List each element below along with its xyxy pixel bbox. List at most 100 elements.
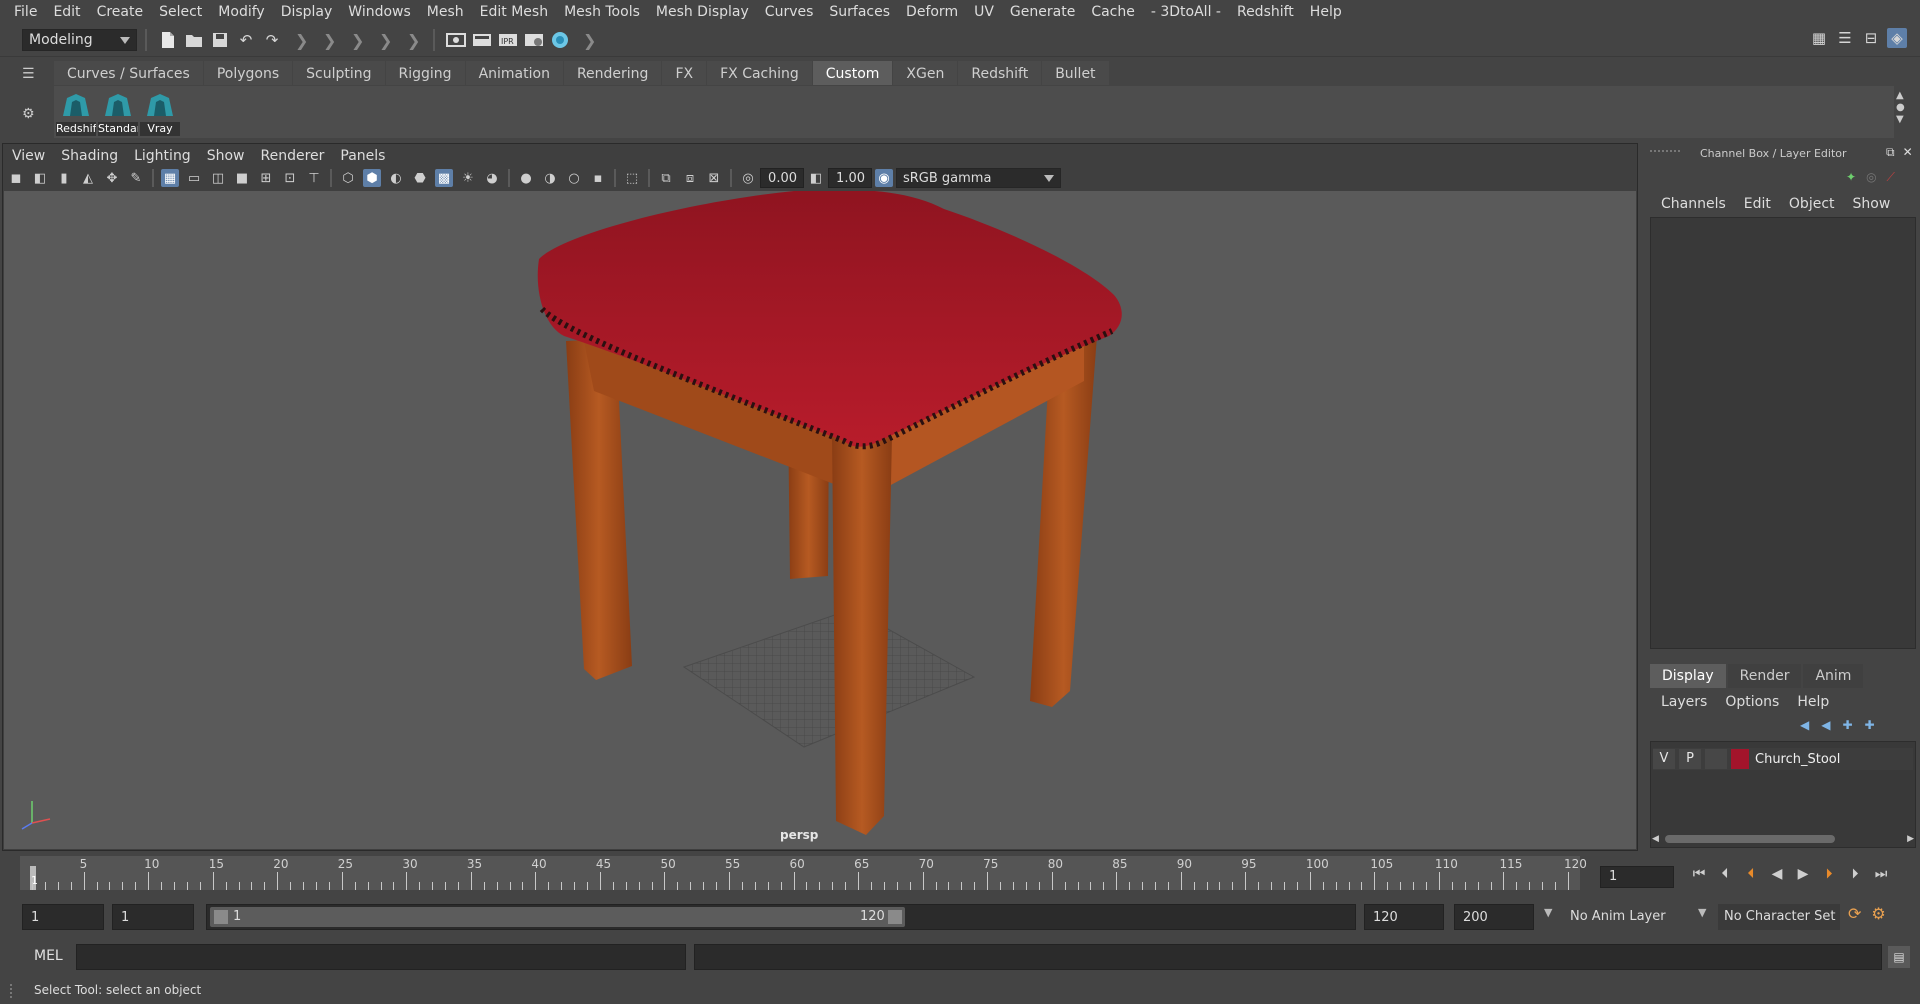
collapse-icon[interactable]: ❯ xyxy=(323,29,336,51)
menu-select[interactable]: Select xyxy=(151,0,210,25)
shelf-scroll[interactable]: ▲ ● ▼ xyxy=(1896,90,1905,126)
auto-key-icon[interactable]: ⟳ xyxy=(1848,904,1861,923)
new-scene-icon[interactable] xyxy=(158,30,178,50)
menu-mesh-display[interactable]: Mesh Display xyxy=(648,0,757,25)
step-forward-key-icon[interactable]: ⏵ xyxy=(1818,864,1840,884)
hyper-icon[interactable]: ⟋ xyxy=(1887,170,1895,185)
gamma-field[interactable]: 1.00 xyxy=(828,168,872,188)
shelf-button-redshift[interactable]: Redshif xyxy=(56,92,96,136)
play-backwards-icon[interactable]: ◀ xyxy=(1766,864,1788,884)
tab-fx[interactable]: FX xyxy=(662,61,707,85)
float-icon[interactable]: ⧉ xyxy=(1886,145,1895,160)
menu-mesh[interactable]: Mesh xyxy=(419,0,472,25)
end-time-inner[interactable]: 120 xyxy=(1364,904,1444,930)
tab-anim[interactable]: Anim xyxy=(1803,664,1864,688)
viewport-menu-renderer[interactable]: Renderer xyxy=(252,146,332,166)
gamma-icon[interactable]: ◧ xyxy=(807,169,825,187)
xray-icon[interactable]: ⧉ xyxy=(657,169,675,187)
undo-icon[interactable]: ↶ xyxy=(236,30,256,50)
menu-create[interactable]: Create xyxy=(89,0,152,25)
tab-custom[interactable]: Custom xyxy=(812,61,893,85)
command-language-label[interactable]: MEL xyxy=(34,948,63,964)
script-editor-icon[interactable]: ▤ xyxy=(1888,946,1910,968)
menu-help[interactable]: Help xyxy=(1302,0,1350,25)
menu-mesh-tools[interactable]: Mesh Tools xyxy=(556,0,648,25)
viewport-menu-panels[interactable]: Panels xyxy=(332,146,393,166)
safe-title-icon[interactable]: ⊤ xyxy=(305,169,323,187)
tab-bullet[interactable]: Bullet xyxy=(1042,61,1109,85)
tab-curves-surfaces[interactable]: Curves / Surfaces xyxy=(54,61,203,85)
step-forward-icon[interactable]: ⏵ xyxy=(1844,864,1866,884)
step-back-key-icon[interactable]: ⏴ xyxy=(1740,864,1762,884)
image-plane-icon[interactable]: ◭ xyxy=(79,169,97,187)
layer-name[interactable]: Church_Stool xyxy=(1755,752,1840,767)
new-layer-icon[interactable]: ✚ xyxy=(1842,718,1852,732)
modeling-toolkit-icon[interactable]: ▦ xyxy=(1809,28,1829,48)
motion-blur-icon[interactable]: ◑ xyxy=(541,169,559,187)
step-back-icon[interactable]: ⏴ xyxy=(1714,864,1736,884)
tab-render[interactable]: Render xyxy=(1727,664,1802,688)
help-line-grip[interactable] xyxy=(10,984,14,998)
layer-color-swatch[interactable] xyxy=(1731,749,1749,769)
tab-rendering[interactable]: Rendering xyxy=(563,61,662,85)
tool-settings-icon[interactable]: ⊟ xyxy=(1861,28,1881,48)
render-frame-icon[interactable] xyxy=(472,30,492,50)
menu-display[interactable]: Display xyxy=(273,0,341,25)
menu-surfaces[interactable]: Surfaces xyxy=(821,0,898,25)
tab-display[interactable]: Display xyxy=(1650,664,1726,688)
collapse-icon[interactable]: ❯ xyxy=(351,29,364,51)
lights-icon[interactable]: ☀ xyxy=(459,169,477,187)
collapse-icon[interactable]: ❯ xyxy=(295,29,308,51)
menu-edit-mesh[interactable]: Edit Mesh xyxy=(472,0,556,25)
screen-space-ao-icon[interactable]: ● xyxy=(517,169,535,187)
manipulator-icon[interactable]: ✦ xyxy=(1846,170,1856,185)
collapse-icon[interactable]: ❯ xyxy=(407,29,420,51)
depth-of-field-icon[interactable]: ▪ xyxy=(589,169,607,187)
chevron-right-icon[interactable]: ▶ xyxy=(1907,834,1914,844)
layer-row[interactable]: V P Church_Stool xyxy=(1653,748,1913,770)
viewport-menu-shading[interactable]: Shading xyxy=(53,146,126,166)
tab-xgen[interactable]: XGen xyxy=(893,61,958,85)
smooth-shade-icon[interactable]: ⬢ xyxy=(363,169,381,187)
safe-action-icon[interactable]: ⊡ xyxy=(281,169,299,187)
wireframe-on-shaded-icon[interactable]: ⬣ xyxy=(411,169,429,187)
tab-rigging[interactable]: Rigging xyxy=(385,61,465,85)
range-slider-thumb[interactable] xyxy=(210,907,905,927)
viewport-menu-show[interactable]: Show xyxy=(199,146,253,166)
channel-box-area[interactable] xyxy=(1650,217,1916,649)
shelf-button-standard[interactable]: Standar xyxy=(98,92,138,136)
shelf-menu-icon[interactable]: ☰ xyxy=(22,66,50,82)
wireframe-icon[interactable]: ⬡ xyxy=(339,169,357,187)
shelf-button-vray[interactable]: Vray xyxy=(140,92,180,136)
color-management-icon[interactable]: ◉ xyxy=(875,169,893,187)
go-to-end-icon[interactable]: ⏭ xyxy=(1870,864,1892,884)
3d-viewport[interactable] xyxy=(4,191,1636,849)
current-frame-field[interactable]: 1 xyxy=(1600,866,1674,888)
film-gate-icon[interactable]: ▭ xyxy=(185,169,203,187)
layer-visibility-toggle[interactable]: V xyxy=(1653,749,1675,769)
channel-box-menu-object[interactable]: Object xyxy=(1780,194,1844,214)
chevron-down-icon[interactable]: ▼ xyxy=(1698,906,1706,919)
range-handle-right[interactable] xyxy=(888,910,902,924)
use-default-material-icon[interactable]: ◐ xyxy=(387,169,405,187)
viewport-menu-lighting[interactable]: Lighting xyxy=(126,146,199,166)
chevron-left-icon[interactable]: ◀ xyxy=(1652,834,1659,844)
animation-preferences-icon[interactable]: ⚙ xyxy=(1871,904,1885,923)
menu-redshift[interactable]: Redshift xyxy=(1229,0,1302,25)
menu-curves[interactable]: Curves xyxy=(757,0,822,25)
panel-grip[interactable] xyxy=(1650,150,1680,156)
tab-redshift[interactable]: Redshift xyxy=(958,61,1042,85)
range-handle-left[interactable] xyxy=(214,910,228,924)
layer-menu-layers[interactable]: Layers xyxy=(1652,692,1716,712)
ipr-render-icon[interactable]: IPR xyxy=(498,30,518,50)
command-input[interactable] xyxy=(76,944,686,970)
collapse-icon[interactable]: ❯ xyxy=(379,29,392,51)
close-icon[interactable]: ✕ xyxy=(1903,145,1913,160)
grid-icon[interactable]: ▦ xyxy=(161,169,179,187)
menu-3dtoall[interactable]: - 3DtoAll - xyxy=(1143,0,1229,25)
shadows-icon[interactable]: ◕ xyxy=(483,169,501,187)
anim-layer-dropdown[interactable]: No Anim Layer xyxy=(1564,904,1694,930)
menu-cache[interactable]: Cache xyxy=(1083,0,1143,25)
render-settings-icon[interactable] xyxy=(524,30,544,50)
go-to-start-icon[interactable]: ⏮ xyxy=(1688,864,1710,884)
